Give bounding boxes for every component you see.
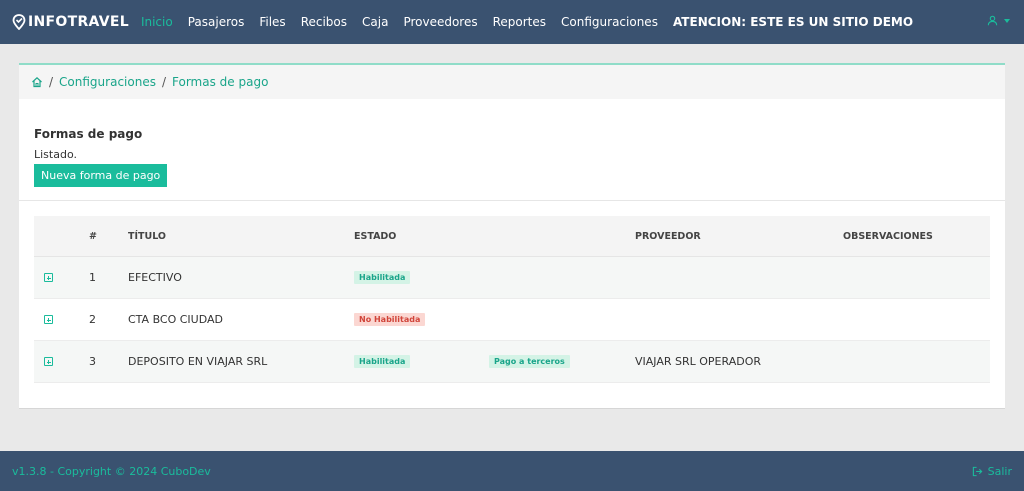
row-num: 3 [89,355,96,368]
nav-item-files[interactable]: Files [259,15,285,29]
top-navbar: INFOTRAVEL Inicio Pasajeros Files Recibo… [0,0,1024,44]
column-header-estado[interactable]: ESTADO [354,231,396,242]
status-badge: Habilitada [354,271,411,284]
nav-item-configuraciones[interactable]: Configuraciones [561,15,658,29]
nav-item-caja[interactable]: Caja [362,15,388,29]
footer: v1.3.8 - Copyright © 2024 CuboDev Salir [0,451,1024,491]
row-titulo: DEPOSITO EN VIAJAR SRL [128,355,268,368]
column-header-titulo[interactable]: TÍTULO [128,231,166,242]
user-icon [987,15,998,26]
demo-notice: ATENCION: ESTE ES UN SITIO DEMO [672,15,914,29]
page-title: Formas de pago [34,127,143,141]
logout-link[interactable]: Salir [972,465,1012,478]
column-header-num[interactable]: # [89,231,97,242]
column-header-proveedor[interactable]: PROVEEDOR [635,231,701,242]
status-badge: No Habilitada [354,313,426,326]
breadcrumb-formas-de-pago[interactable]: Formas de pago [172,75,268,89]
table-row: 3 DEPOSITO EN VIAJAR SRL Habilitada Pago… [34,341,990,383]
status-badge: Habilitada [354,355,411,368]
user-menu[interactable] [987,15,1010,26]
card-header: Formas de pago Listado. Nueva forma de p… [19,99,1005,201]
nav-item-proveedores[interactable]: Proveedores [403,15,477,29]
row-num: 1 [89,271,96,284]
breadcrumb-separator: / [49,75,54,89]
brand-name: INFOTRAVEL [28,14,129,30]
main-nav: Inicio Pasajeros Files Recibos Caja Prov… [141,15,928,29]
row-num: 2 [89,313,96,326]
brand[interactable]: INFOTRAVEL [12,14,129,30]
logout-icon [972,466,983,476]
logout-label: Salir [987,464,1012,478]
payment-methods-table: # TÍTULO ESTADO PROVEEDOR OBSERVACIONES … [34,216,990,383]
row-proveedor: VIAJAR SRL OPERADOR [635,355,761,368]
column-header-observaciones[interactable]: OBSERVACIONES [843,231,933,242]
breadcrumb: / Configuraciones / Formas de pago [19,63,1005,99]
breadcrumb-separator: / [161,75,167,89]
table-row: 1 EFECTIVO Habilitada [34,257,990,299]
table-header: # TÍTULO ESTADO PROVEEDOR OBSERVACIONES [34,216,990,257]
expand-row-icon[interactable] [44,315,53,324]
page-subtitle: Listado. [34,148,77,161]
content-card: Formas de pago Listado. Nueva forma de p… [19,99,1005,409]
row-titulo: CTA BCO CIUDAD [128,313,224,326]
table-row: 2 CTA BCO CIUDAD No Habilitada [34,299,990,341]
nav-item-pasajeros[interactable]: Pasajeros [188,15,245,29]
new-payment-method-button[interactable]: Nueva forma de pago [34,164,168,187]
expand-row-icon[interactable] [44,273,53,282]
home-icon[interactable] [31,76,43,88]
nav-item-recibos[interactable]: Recibos [301,15,347,29]
chevron-down-icon [1004,18,1010,23]
breadcrumb-configuraciones[interactable]: Configuraciones [59,75,156,89]
row-titulo: EFECTIVO [128,271,182,284]
tag-badge: Pago a terceros [489,355,570,368]
nav-item-reportes[interactable]: Reportes [493,15,546,29]
location-pin-icon [12,14,26,30]
nav-item-inicio[interactable]: Inicio [141,15,173,29]
expand-row-icon[interactable] [44,357,53,366]
copyright-text: v1.3.8 - Copyright © 2024 CuboDev [12,464,211,478]
